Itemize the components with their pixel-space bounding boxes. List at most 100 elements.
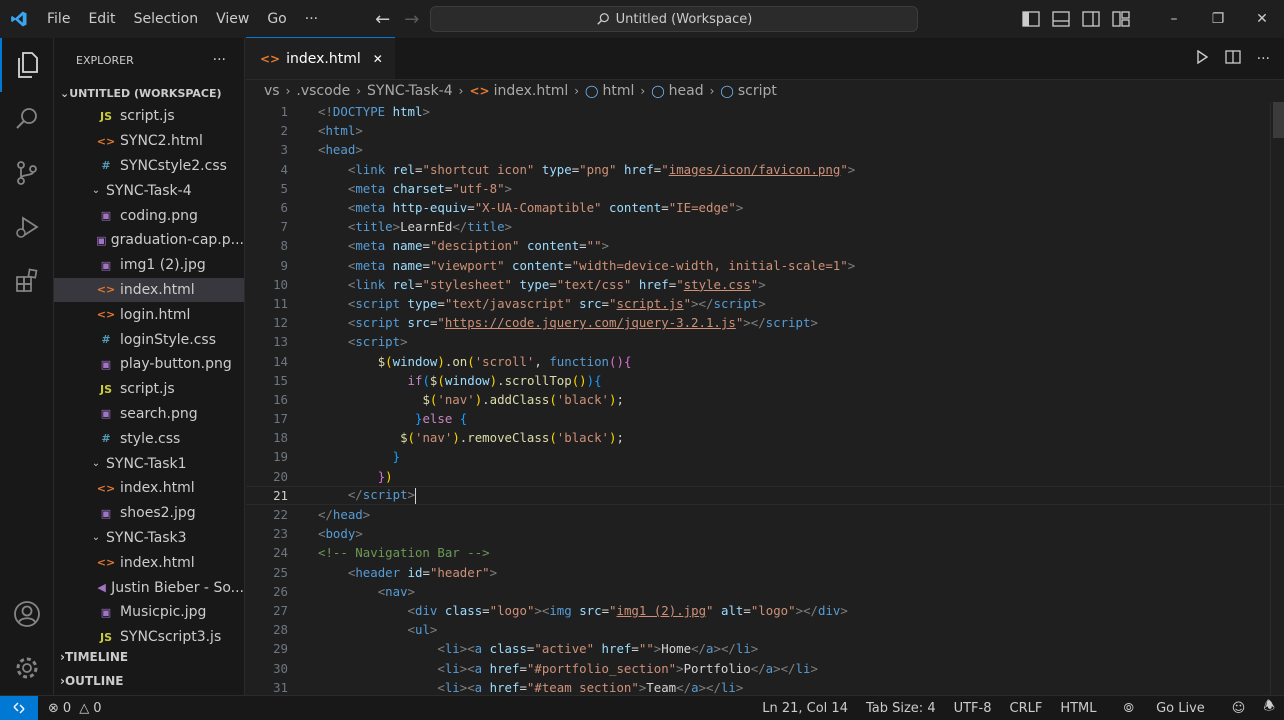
close-window-icon[interactable]: ✕ (1240, 11, 1284, 27)
search-activity[interactable] (0, 92, 54, 146)
line-number: 16 (273, 391, 288, 407)
breadcrumb-item[interactable]: html (602, 83, 634, 99)
breadcrumb-item[interactable]: .vscode (296, 83, 350, 99)
end-of-line[interactable]: CRLF (1001, 701, 1052, 716)
copilot-icon[interactable]: ☺ (1223, 701, 1255, 716)
line-number: 18 (273, 430, 288, 446)
back-arrow-icon[interactable]: ← (375, 9, 390, 30)
accounts-activity[interactable] (0, 587, 54, 641)
tree-file[interactable]: ▣ play-button.png (54, 352, 244, 377)
timeline-section-header[interactable]: › TIMELINE (54, 645, 244, 669)
workspace-section-header[interactable]: ⌄ UNTITLED (WORKSPACE) (54, 82, 244, 104)
tree-item-label: SYNCstyle2.css (120, 157, 227, 174)
tree-file[interactable]: JS script.js (54, 377, 244, 402)
scrollbar-thumb[interactable] (1273, 102, 1284, 138)
img-file-icon: ▣ (96, 233, 107, 247)
split-editor-icon[interactable] (1224, 50, 1241, 68)
code-line: 22 </head> (246, 505, 1284, 524)
tree-folder[interactable]: ⌄ SYNC-Task3 (54, 526, 244, 551)
editor-scrollbar[interactable] (1270, 102, 1284, 695)
menu-more[interactable]: ··· (296, 0, 327, 38)
line-number: 6 (280, 200, 288, 216)
chevron-down-icon: ⌄ (91, 185, 101, 197)
editor-area: <> index.html ✕ ··· vs › .vscode › SYNC-Ta… (246, 37, 1284, 697)
file-encoding[interactable]: UTF-8 (945, 701, 1001, 716)
restore-icon[interactable]: ❐ (1196, 11, 1240, 27)
activity-bar (0, 38, 54, 695)
tree-file[interactable]: <> login.html (54, 302, 244, 327)
tree-file[interactable]: <> index.html (54, 277, 244, 303)
tree-file[interactable]: ▣ shoes2.jpg (54, 501, 244, 526)
notifications-bell-icon[interactable]: 🕭 (1254, 697, 1284, 719)
menu-selection[interactable]: Selection (125, 0, 208, 38)
line-number: 2 (280, 123, 288, 139)
tab-index-html[interactable]: <> index.html ✕ (246, 37, 395, 79)
tree-file[interactable]: <> SYNC2.html (54, 129, 244, 154)
run-debug-activity[interactable] (0, 200, 54, 254)
tree-file[interactable]: ▣ coding.png (54, 203, 244, 228)
files-icon (18, 52, 38, 78)
chevron-down-icon: ⌄ (91, 532, 101, 544)
run-icon[interactable] (1195, 49, 1209, 68)
menu-file[interactable]: File (38, 0, 79, 38)
line-number: 10 (273, 276, 288, 292)
breadcrumb-item[interactable]: SYNC-Task-4 (367, 83, 453, 99)
tree-file[interactable]: ▣ img1 (2).jpg (54, 253, 244, 278)
menu-go[interactable]: Go (258, 0, 295, 38)
html-file-icon: <> (469, 84, 490, 98)
tree-folder[interactable]: ⌄ SYNC-Task1 (54, 451, 244, 476)
forward-arrow-icon[interactable]: → (404, 9, 419, 30)
code-editor[interactable]: 1 <!DOCTYPE html> 2 <html> 3 <head> 4 <link… (246, 102, 1284, 697)
extensions-activity[interactable] (0, 254, 54, 308)
explorer-activity[interactable] (0, 38, 54, 92)
tree-file[interactable]: # SYNCstyle2.css (54, 154, 244, 179)
code-line: 24 <!-- Navigation Bar --> (246, 543, 1284, 562)
search-icon (16, 108, 37, 129)
menu-view[interactable]: View (207, 0, 258, 38)
language-mode[interactable]: HTML (1051, 701, 1105, 716)
breadcrumb-item[interactable]: script (738, 83, 777, 99)
tree-file[interactable]: ▣ Musicpic.jpg (54, 600, 244, 625)
cursor-position[interactable]: Ln 21, Col 14 (753, 701, 857, 716)
toggle-panel-icon[interactable] (1052, 11, 1072, 27)
img-file-icon: ▣ (100, 357, 112, 371)
line-number: 31 (273, 679, 288, 695)
more-actions-icon[interactable]: ··· (1257, 51, 1270, 67)
tree-file[interactable]: ▣ search.png (54, 402, 244, 427)
outline-section-header[interactable]: › OUTLINE (54, 669, 244, 693)
toggle-primary-sidebar-icon[interactable] (1022, 11, 1042, 27)
code-line: 16 $('nav').addClass('black'); (246, 390, 1284, 409)
tree-file[interactable]: # loginStyle.css (54, 327, 244, 352)
breadcrumb-item[interactable]: head (669, 83, 704, 99)
code-line: 10 <link rel="stylesheet" type="text/css… (246, 275, 1284, 294)
line-number: 21 (273, 487, 288, 503)
customize-layout-icon[interactable] (1112, 11, 1132, 27)
manage-activity[interactable] (0, 641, 54, 695)
breadcrumb-item[interactable]: vs (264, 83, 280, 99)
code-line: 4 <link rel="shortcut icon" type="png" h… (246, 160, 1284, 179)
minimize-icon[interactable]: – (1152, 11, 1196, 27)
tab-size[interactable]: Tab Size: 4 (857, 701, 945, 716)
tree-file[interactable]: <> index.html (54, 476, 244, 501)
tree-file[interactable]: <> index.html (54, 550, 244, 575)
go-live-button[interactable]: ⦾ Go Live (1106, 701, 1223, 716)
tree-file[interactable]: JS script.js (54, 104, 244, 129)
problems-indicator[interactable]: ⊗ 0 △ 0 (48, 701, 101, 716)
tree-folder[interactable]: ⌄ SYNC-Task-4 (54, 178, 244, 203)
code-line: 23 <body> (246, 524, 1284, 543)
line-number: 26 (273, 583, 288, 599)
tree-item-label: SYNC-Task-4 (106, 182, 192, 199)
command-center[interactable]: Untitled (Workspace) (430, 6, 918, 32)
css-file-icon: # (101, 159, 111, 173)
tab-close-icon[interactable]: ✕ (373, 52, 383, 66)
code-line: 27 <div class="logo"><img src="img1 (2).… (246, 601, 1284, 620)
explorer-more-button[interactable]: ··· (213, 52, 226, 68)
tree-file[interactable]: # style.css (54, 426, 244, 451)
menu-edit[interactable]: Edit (79, 0, 124, 38)
tree-file[interactable]: ▣ graduation-cap.p... (54, 228, 244, 253)
source-control-activity[interactable] (0, 146, 54, 200)
remote-indicator[interactable] (0, 695, 38, 720)
tree-file[interactable]: ◀ Justin Bieber - So... (54, 575, 244, 600)
breadcrumb-item[interactable]: index.html (494, 83, 569, 99)
toggle-secondary-sidebar-icon[interactable] (1082, 11, 1102, 27)
